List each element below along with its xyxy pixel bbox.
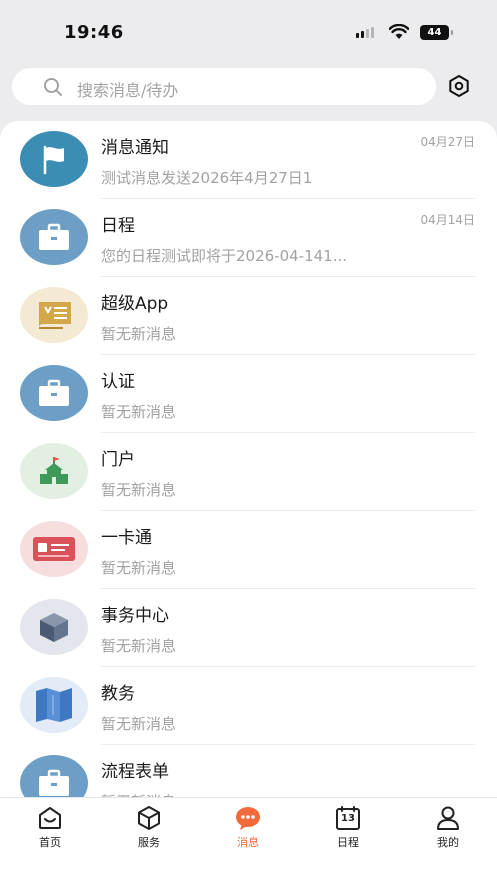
message-item-schedule[interactable]: 日程 04月14日 您的日程测试即将于2026-04-141... <box>0 199 497 277</box>
certificate-icon <box>20 287 88 343</box>
message-item-portal[interactable]: 门户 暂无新消息 <box>0 433 497 511</box>
message-item-authentication[interactable]: 认证 暂无新消息 <box>0 355 497 433</box>
message-item-notifications[interactable]: 消息通知 04月27日 测试消息发送2026年4月27日1 <box>0 121 497 199</box>
message-title: 消息通知 <box>101 138 169 158</box>
status-time: 19:46 <box>64 22 124 43</box>
folded-map-icon <box>20 677 88 733</box>
person-icon <box>437 806 459 830</box>
message-preview: 暂无新消息 <box>101 325 177 343</box>
search-input[interactable]: 搜索消息/待办 <box>12 68 436 105</box>
tab-label: 日程 <box>337 836 359 849</box>
status-bar: 19:46 44 <box>0 0 497 62</box>
search-placeholder: 搜索消息/待办 <box>77 81 179 100</box>
tab-label: 服务 <box>138 836 160 849</box>
message-preview: 暂无新消息 <box>101 559 177 577</box>
message-item-affairs-center[interactable]: 事务中心 暂无新消息 <box>0 589 497 667</box>
message-preview: 暂无新消息 <box>101 481 177 499</box>
tab-home[interactable]: 首页 <box>20 804 80 852</box>
message-preview: 您的日程测试即将于2026-04-141... <box>101 247 348 265</box>
search-icon <box>44 78 62 96</box>
message-title: 日程 <box>101 216 135 236</box>
message-date: 04月27日 <box>420 135 475 149</box>
tab-profile[interactable]: 我的 <box>418 804 478 852</box>
message-preview: 测试消息发送2026年4月27日1 <box>101 169 313 187</box>
cube-icon <box>20 599 88 655</box>
bottom-tab-bar: 首页 服务 消息 13 日程 我的 <box>0 797 497 883</box>
message-item-academic-affairs[interactable]: 教务 暂无新消息 <box>0 667 497 745</box>
message-title: 认证 <box>101 372 135 392</box>
briefcase-icon <box>20 365 88 421</box>
battery-icon: 44 <box>420 25 453 40</box>
tab-schedule[interactable]: 13 日程 <box>318 804 378 852</box>
message-title: 门户 <box>101 450 135 470</box>
calendar-icon: 13 <box>334 804 362 832</box>
message-preview: 暂无新消息 <box>101 403 177 421</box>
message-item-super-app[interactable]: 超级App 暂无新消息 <box>0 277 497 355</box>
message-title: 超级App <box>101 294 169 314</box>
message-title: 流程表单 <box>101 762 169 782</box>
message-preview: 暂无新消息 <box>101 637 177 655</box>
cube-outline-icon <box>138 806 160 830</box>
flag-icon <box>20 131 88 187</box>
message-preview: 暂无新消息 <box>101 715 177 733</box>
briefcase-icon <box>20 209 88 265</box>
message-item-campus-card[interactable]: 一卡通 暂无新消息 <box>0 511 497 589</box>
message-title: 一卡通 <box>101 528 152 548</box>
tab-label: 我的 <box>437 836 459 849</box>
calendar-day-number: 13 <box>341 813 355 824</box>
home-icon <box>39 807 61 829</box>
id-card-icon <box>20 521 88 577</box>
message-list: 消息通知 04月27日 测试消息发送2026年4月27日1 日程 04月14日 … <box>0 121 497 821</box>
cellular-signal-icon <box>356 27 374 38</box>
tab-messages[interactable]: 消息 <box>218 804 278 852</box>
tab-label: 消息 <box>237 836 259 849</box>
tab-label: 首页 <box>39 836 61 849</box>
school-building-icon <box>20 443 88 499</box>
settings-icon[interactable] <box>446 73 472 99</box>
message-title: 教务 <box>101 684 135 704</box>
message-date: 04月14日 <box>420 213 475 227</box>
wifi-icon <box>389 24 409 39</box>
chat-bubble-icon <box>236 807 260 830</box>
tab-services[interactable]: 服务 <box>119 804 179 852</box>
message-title: 事务中心 <box>101 606 169 626</box>
